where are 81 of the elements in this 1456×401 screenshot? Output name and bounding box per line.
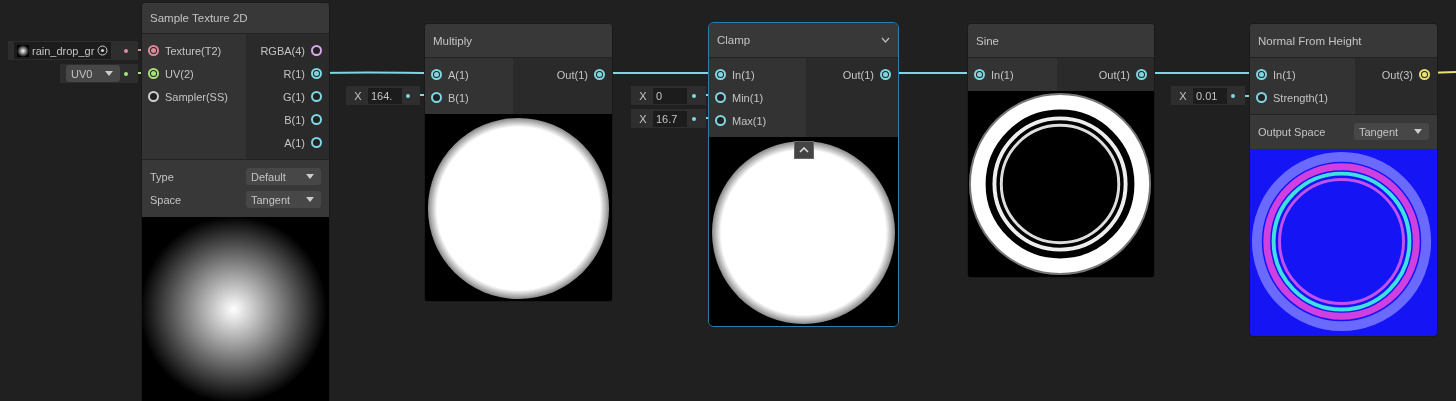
port-dot-icon [692,116,696,121]
port-label: Out(3) [1381,68,1413,81]
texture-field[interactable]: rain_drop_gr [14,42,112,59]
setting-dropdown[interactable]: Default [246,168,321,185]
chevron-down-icon[interactable] [881,37,890,43]
input-port-icon[interactable] [1256,92,1267,103]
dropdown-caret-icon [105,71,114,76]
node-title: Multiply [433,34,472,47]
port-label: In(1) [1273,68,1296,81]
chevron-up-icon [798,147,809,153]
axis-label: X [638,89,648,102]
object-picker-icon[interactable] [97,45,109,56]
port-label: Sampler(SS) [165,90,228,103]
output-port-icon[interactable] [594,69,605,80]
input-port-icon[interactable] [431,92,442,103]
port-label: Strength(1) [1273,91,1329,104]
setting-label: Space [150,193,182,206]
uv-dropdown[interactable]: UV0 [66,65,121,82]
port-dot-icon [124,48,128,53]
input-port-icon[interactable] [715,69,726,80]
setting-label: Type [150,170,174,183]
dropdown-caret-icon [1414,129,1422,134]
port-label: In(1) [732,68,755,81]
port-label: G(1) [283,90,305,103]
axis-label: X [353,89,363,102]
output-port-icon[interactable] [880,69,891,80]
port-label: Min(1) [732,91,764,104]
value-field[interactable]: 0.01 [1193,87,1227,104]
port-label: Out(1) [1098,68,1130,81]
value-field[interactable]: 0 [653,87,687,104]
collapse-preview-button[interactable] [793,141,814,159]
node-card[interactable]: Sine In(1) Out(1) [967,23,1155,278]
input-port-icon[interactable] [148,91,159,102]
output-port-icon[interactable] [1419,69,1430,80]
axis-label: X [638,112,648,125]
output-port-icon[interactable] [311,137,322,148]
port-label: UV(2) [165,67,194,80]
port-dot-icon [406,93,410,98]
port-label: In(1) [991,68,1014,81]
setting-dropdown[interactable]: Tangent [1354,123,1429,140]
node-title: Clamp [717,34,751,46]
value-field[interactable]: 16.7 [653,110,687,127]
port-label: Max(1) [732,114,767,127]
dropdown-caret-icon [306,197,314,202]
setting-dropdown[interactable]: Tangent [246,191,321,208]
port-label: B(1) [448,91,469,104]
setting-label: Output Space [1258,125,1326,138]
port-dot-icon [1231,93,1235,98]
texture-thumbnail-icon [17,44,29,57]
node-card[interactable]: Multiply A(1) B(1) Out(1) [424,23,613,302]
axis-label: X [1178,89,1188,102]
input-port-icon[interactable] [148,45,159,56]
node-card[interactable]: Normal From Height In(1) Strength(1) Out(3) Output Space Tangent [1249,23,1438,337]
output-port-icon[interactable] [311,114,322,125]
port-label: R(1) [283,67,305,80]
port-dot-icon [692,93,696,98]
output-port-icon[interactable] [311,68,322,79]
port-label: Texture(T2) [165,44,222,57]
port-label: Out(1) [842,68,874,81]
node-title: Sine [976,34,1000,47]
port-label: RGBA(4) [260,44,305,57]
value-field[interactable]: 164. [368,87,402,104]
output-port-icon[interactable] [311,45,322,56]
output-port-icon[interactable] [311,91,322,102]
node-card[interactable]: Clamp In(1) Min(1) Max(1) Out(1) [708,22,899,327]
port-label: B(1) [284,113,305,126]
port-label: A(1) [448,68,469,81]
input-port-icon[interactable] [148,68,159,79]
dropdown-caret-icon [306,174,314,179]
node-card[interactable]: Sample Texture 2D Texture(T2) UV(2) Sampler(SS) RGBA(4) R(1) G(1) B(1) A(1) Type Default Space Tangent [141,2,330,401]
output-port-icon[interactable] [1136,69,1147,80]
input-port-icon[interactable] [974,69,985,80]
port-label: A(1) [284,136,305,149]
input-port-icon[interactable] [431,69,442,80]
input-port-icon[interactable] [715,115,726,126]
port-dot-icon [124,71,128,76]
input-port-icon[interactable] [1256,69,1267,80]
input-port-icon[interactable] [715,92,726,103]
node-title: Normal From Height [1258,34,1362,47]
node-title: Sample Texture 2D [150,12,248,24]
port-label: Out(1) [556,68,588,81]
